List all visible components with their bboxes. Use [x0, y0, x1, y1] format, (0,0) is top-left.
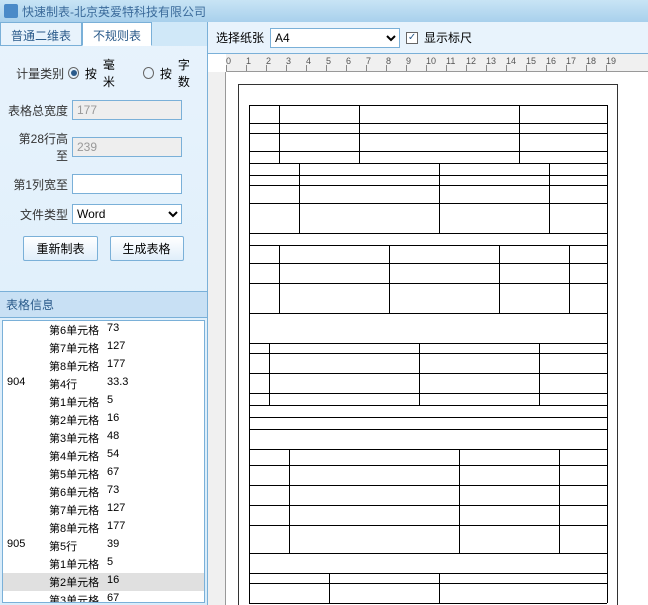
workspace: 普通二维表 不规则表 计量类别 按 毫米 按 字数 表格总宽度: [0, 22, 648, 605]
table-row[interactable]: 第3单元格48: [3, 429, 204, 447]
col-input[interactable]: [72, 174, 182, 194]
window-titlebar: 快速制表-北京英爱特科技有限公司: [0, 0, 648, 22]
table-row[interactable]: 第4单元格54: [3, 447, 204, 465]
tab-regular[interactable]: 普通二维表: [0, 22, 82, 46]
generate-button[interactable]: 生成表格: [110, 236, 184, 261]
table-row[interactable]: 第7单元格127: [3, 501, 204, 519]
radio-group-measure: 按 毫米 按 字数: [68, 56, 199, 90]
table-row[interactable]: 第1单元格5: [3, 393, 204, 411]
ruler-horizontal: 012345678910111213141516171819: [226, 54, 648, 72]
left-panel: 普通二维表 不规则表 计量类别 按 毫米 按 字数 表格总宽度: [0, 22, 208, 605]
measure-label: 计量类别: [8, 65, 64, 82]
width-input[interactable]: [72, 100, 182, 120]
window-title: 快速制表-北京英爱特科技有限公司: [22, 3, 206, 20]
radio-chars[interactable]: [143, 67, 154, 79]
show-ruler-label: 显示标尺: [424, 29, 472, 46]
filetype-label: 文件类型: [8, 206, 68, 223]
table-row[interactable]: 第6单元格73: [3, 483, 204, 501]
paper-label: 选择纸张: [216, 29, 264, 46]
right-toolbar: 选择纸张 A4 显示标尺: [208, 22, 648, 54]
radio-mm[interactable]: [68, 67, 79, 79]
app-icon: [4, 4, 18, 18]
show-ruler-checkbox[interactable]: [406, 32, 418, 44]
paper-select[interactable]: A4: [270, 28, 400, 48]
table-row[interactable]: 第3单元格67: [3, 591, 204, 603]
tab-irregular[interactable]: 不规则表: [82, 22, 152, 46]
height-label: 第28行高至: [8, 130, 68, 164]
table-row[interactable]: 904第4行33.3: [3, 375, 204, 393]
col-label: 第1列宽至: [8, 176, 68, 193]
filetype-select[interactable]: Word: [72, 204, 182, 224]
form-area: 计量类别 按 毫米 按 字数 表格总宽度 第28行高至: [0, 46, 207, 271]
width-label: 表格总宽度: [8, 102, 68, 119]
page-canvas: [238, 84, 618, 605]
table-row[interactable]: 第5单元格67: [3, 465, 204, 483]
ruler-vertical: [208, 72, 226, 605]
table-row[interactable]: 第2单元格16: [3, 411, 204, 429]
redo-button[interactable]: 重新制表: [23, 236, 97, 261]
table-row[interactable]: 905第5行39: [3, 537, 204, 555]
table-row[interactable]: 第7单元格127: [3, 339, 204, 357]
height-input[interactable]: [72, 137, 182, 157]
tab-bar: 普通二维表 不规则表: [0, 22, 207, 46]
table-row[interactable]: 第8单元格177: [3, 519, 204, 537]
info-header: 表格信息: [0, 291, 207, 318]
table-row[interactable]: 第6单元格73: [3, 321, 204, 339]
table-row[interactable]: 第2单元格16: [3, 573, 204, 591]
preview-area[interactable]: 012345678910111213141516171819: [208, 54, 648, 605]
table-row[interactable]: 第1单元格5: [3, 555, 204, 573]
right-panel: 选择纸张 A4 显示标尺 012345678910111213141516171…: [208, 22, 648, 605]
table-row[interactable]: 第8单元格177: [3, 357, 204, 375]
info-list[interactable]: 第6单元格73第7单元格127第8单元格177904第4行33.3第1单元格5第…: [2, 320, 205, 603]
